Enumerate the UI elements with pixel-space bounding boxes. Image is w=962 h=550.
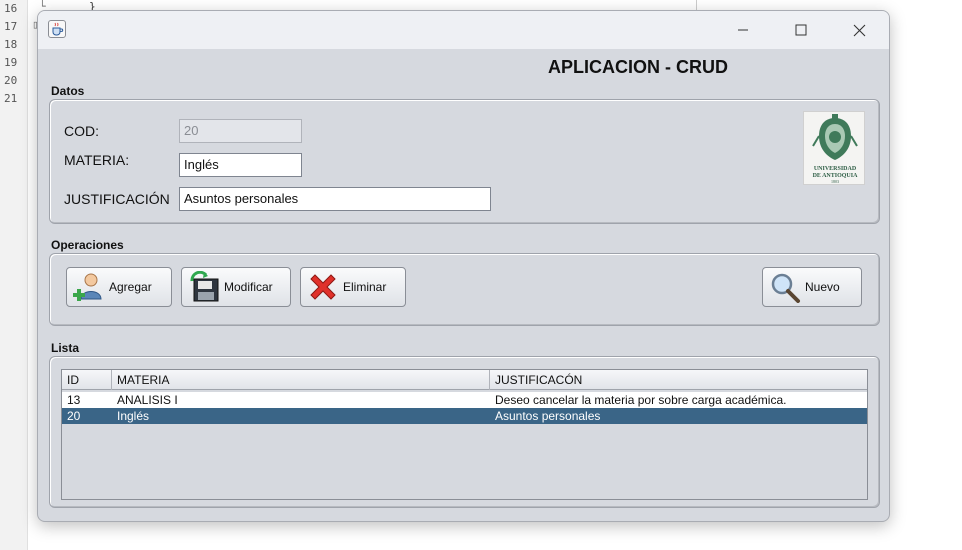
minimize-icon (738, 29, 748, 31)
column-header-id[interactable]: ID (62, 370, 112, 390)
line-number: 16 (4, 2, 18, 15)
column-header-materia[interactable]: MATERIA (112, 370, 490, 390)
java-cup-icon[interactable] (48, 20, 66, 38)
section-label-lista: Lista (51, 341, 80, 355)
section-label-datos: Datos (51, 84, 85, 98)
operaciones-panel (49, 253, 880, 326)
maximize-icon (795, 24, 807, 36)
cod-field: 20 (179, 119, 302, 143)
crud-window: APLICACION - CRUD Datos COD: 20 MATERIA:… (37, 10, 890, 522)
table-header: ID MATERIA JUSTIFICACÓN (62, 370, 867, 390)
close-button[interactable] (844, 19, 874, 41)
university-seal-icon: UNIVERSIDAD DE ANTIOQUIA 1803 (812, 114, 858, 184)
nuevo-label: Nuevo (805, 280, 840, 294)
cell-id: 13 (67, 393, 81, 407)
line-number: 21 (4, 92, 18, 105)
save-disk-icon (188, 270, 220, 303)
eliminar-label: Eliminar (343, 280, 387, 294)
editor-gutter: 16 17 18 19 20 21 (0, 0, 28, 550)
modificar-button[interactable]: Modificar (181, 267, 291, 307)
add-user-icon (73, 271, 105, 303)
cell-justificacion: Deseo cancelar la materia por sobre carg… (495, 393, 787, 407)
agregar-button[interactable]: Agregar (66, 267, 172, 307)
logo-year: 1803 (831, 179, 839, 184)
justificacion-field[interactable]: Asuntos personales (179, 187, 491, 211)
cell-materia: ANALISIS I (117, 393, 178, 407)
line-number: 17 (4, 20, 18, 33)
materia-label: MATERIA: (64, 152, 130, 168)
cell-materia: Inglés (117, 409, 150, 423)
cell-justificacion: Asuntos personales (495, 409, 601, 423)
cod-label: COD: (64, 123, 99, 139)
column-header-justificacion[interactable]: JUSTIFICACÓN (490, 370, 867, 390)
logo-text-line1: UNIVERSIDAD (814, 166, 857, 172)
maximize-button[interactable] (786, 19, 816, 41)
java-cup-icon-svg (52, 22, 64, 36)
eliminar-button[interactable]: Eliminar (300, 267, 406, 307)
line-number: 19 (4, 56, 18, 69)
close-icon (853, 24, 865, 36)
magnifier-icon (769, 271, 801, 303)
university-logo: UNIVERSIDAD DE ANTIOQUIA 1803 (803, 111, 865, 185)
cell-id: 20 (67, 409, 81, 423)
modificar-label: Modificar (224, 280, 273, 294)
page-title: APLICACION - CRUD (548, 57, 728, 77)
agregar-label: Agregar (109, 280, 152, 294)
justificacion-label: JUSTIFICACIÓN (64, 191, 170, 207)
table-row[interactable]: 13 ANALISIS I Deseo cancelar la materia … (62, 392, 867, 408)
table-row-selected[interactable]: 20 Inglés Asuntos personales (62, 408, 867, 424)
line-number: 18 (4, 38, 18, 51)
materia-field[interactable]: Inglés (179, 153, 302, 177)
red-x-icon (307, 271, 339, 303)
title-bar[interactable] (38, 11, 889, 49)
materias-table[interactable]: ID MATERIA JUSTIFICACÓN 13 ANALISIS I De… (61, 369, 868, 500)
nuevo-button[interactable]: Nuevo (762, 267, 862, 307)
section-label-operaciones: Operaciones (51, 238, 124, 252)
line-number: 20 (4, 74, 18, 87)
minimize-button[interactable] (728, 19, 758, 41)
